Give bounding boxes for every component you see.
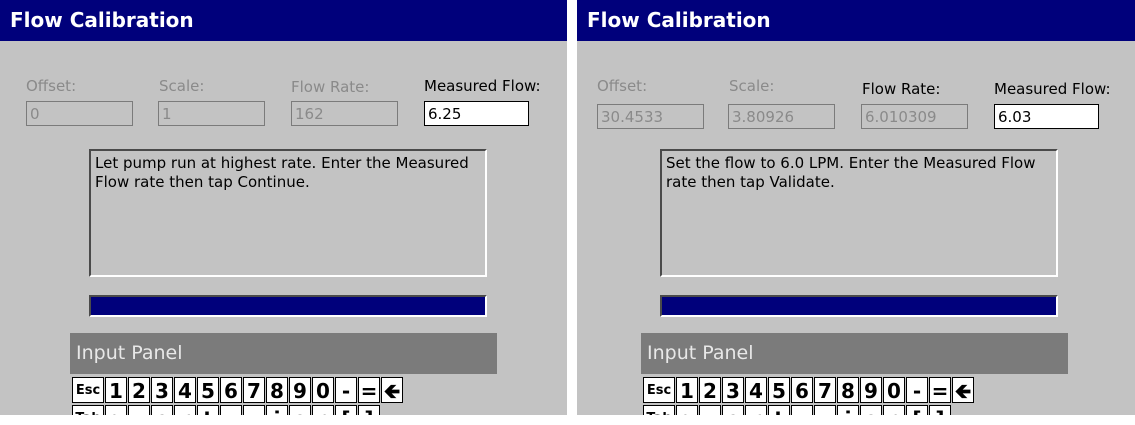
progress-bar [89,295,487,317]
flow-rate-label: Flow Rate: [291,78,370,96]
key-symbol[interactable]: - [335,377,357,403]
progress-fill [91,297,485,315]
measured-flow-label: Measured Flow: [994,80,1111,98]
flow-calibration-screen-left: Flow Calibration Offset: Scale: Flow Rat… [0,0,567,425]
keyboard-row-1: Esc 1 2 3 4 5 6 7 8 9 0- = 🡸 [72,377,403,403]
input-panel-title: Input Panel [70,333,497,374]
key-3[interactable]: 3 [722,377,744,403]
offset-field: 0 [26,101,133,126]
key-0[interactable]: 0 [312,377,334,403]
key-3[interactable]: 3 [151,377,173,403]
key-0[interactable]: 0 [883,377,905,403]
key-symbol[interactable]: - [906,377,928,403]
key-8[interactable]: 8 [837,377,859,403]
title-bar: Flow Calibration [0,0,567,41]
measured-flow-label: Measured Flow: [424,77,541,95]
instruction-message: Set the flow to 6.0 LPM. Enter the Measu… [660,149,1058,277]
flow-rate-field: 162 [291,101,398,126]
flow-rate-field: 6.010309 [861,104,968,129]
back-arrow-icon: 🡸 [383,379,401,403]
key-8[interactable]: 8 [266,377,288,403]
measured-flow-input[interactable]: 6.25 [424,101,529,126]
input-panel: Input Panel Esc1234567890-=🡸 Tabqwertyui… [641,333,1068,425]
key-1[interactable]: 1 [676,377,698,403]
scale-label: Scale: [729,77,775,95]
key-9[interactable]: 9 [860,377,882,403]
key-5[interactable]: 5 [197,377,219,403]
key-7[interactable]: 7 [814,377,836,403]
flow-rate-label: Flow Rate: [862,80,941,98]
key-4[interactable]: 4 [174,377,196,403]
key-esc[interactable]: Esc [72,377,104,403]
input-panel-title: Input Panel [641,333,1068,374]
flow-calibration-screen-right: Flow Calibration Offset: Scale: Flow Rat… [577,0,1135,425]
key-6[interactable]: 6 [220,377,242,403]
measured-flow-input[interactable]: 6.03 [994,104,1099,129]
key-esc[interactable]: Esc [643,377,675,403]
key-symbol[interactable]: = [929,377,951,403]
key-4[interactable]: 4 [745,377,767,403]
input-panel: Input Panel Esc1234567890-=🡸 Tabqwertyui… [70,333,497,425]
key-1[interactable]: 1 [105,377,127,403]
key-5[interactable]: 5 [768,377,790,403]
key-9[interactable]: 9 [289,377,311,403]
offset-label: Offset: [597,77,648,95]
backspace-key[interactable]: 🡸 [952,377,974,403]
key-7[interactable]: 7 [243,377,265,403]
progress-bar [660,295,1058,317]
key-symbol[interactable]: = [358,377,380,403]
offset-field: 30.4533 [597,104,704,129]
keyboard-row-1: Esc 1 2 3 4 5 6 7 8 9 0- = 🡸 [643,377,974,403]
offset-label: Offset: [26,77,77,95]
screenshot-divider [567,0,577,425]
key-6[interactable]: 6 [791,377,813,403]
progress-fill [662,297,1056,315]
instruction-message: Let pump run at highest rate. Enter the … [89,149,487,277]
key-2[interactable]: 2 [699,377,721,403]
title-bar: Flow Calibration [577,0,1135,41]
scale-field: 1 [158,101,265,126]
bottom-border [0,415,1135,425]
scale-field: 3.80926 [728,104,835,129]
backspace-key[interactable]: 🡸 [381,377,403,403]
back-arrow-icon: 🡸 [954,379,972,403]
scale-label: Scale: [159,77,205,95]
key-2[interactable]: 2 [128,377,150,403]
